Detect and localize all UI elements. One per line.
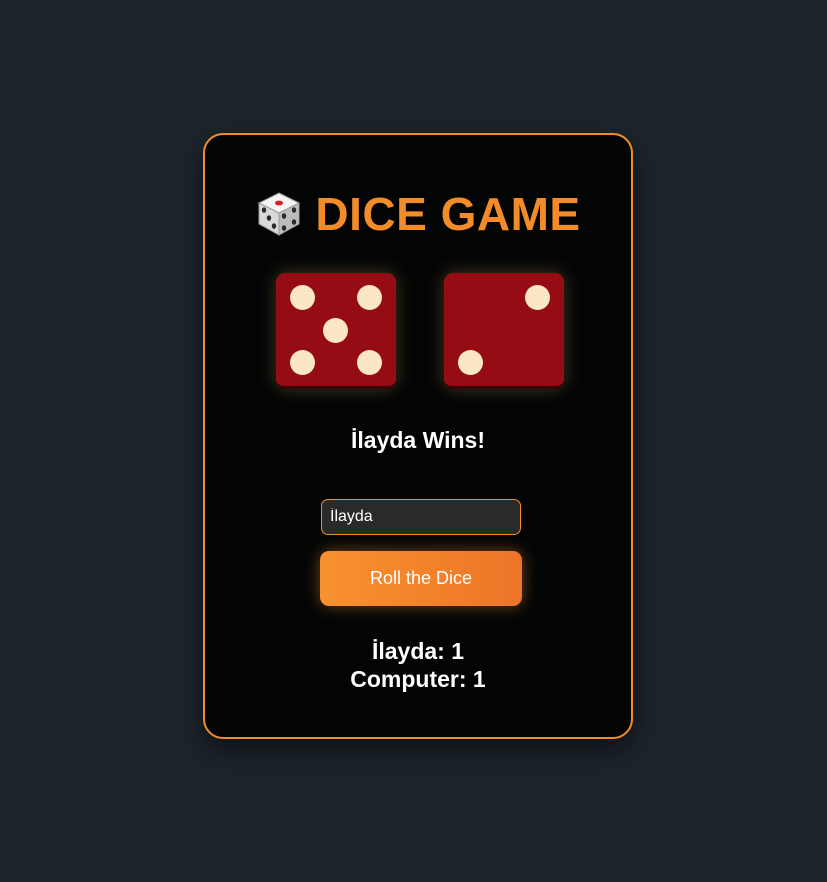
title-text: DICE GAME <box>315 188 581 240</box>
die-pip <box>525 285 550 310</box>
computer-score: Computer: 1 <box>350 666 486 692</box>
roll-dice-button[interactable]: Roll the Dice <box>320 551 522 606</box>
die-pip <box>357 350 382 375</box>
computer-die <box>444 273 564 389</box>
die-pip <box>290 285 315 310</box>
die-pip <box>323 318 348 343</box>
result-message: İlayda Wins! <box>351 427 485 453</box>
player-score: İlayda: 1 <box>371 638 465 664</box>
player-name-input[interactable] <box>321 499 521 535</box>
player-die <box>276 273 396 389</box>
dice-row <box>205 273 631 391</box>
dice-icon <box>258 192 301 236</box>
page-title: DICE GAME <box>205 187 631 241</box>
die-pip <box>290 350 315 375</box>
die-pip <box>458 350 483 375</box>
scoreboard: İlayda: 1 Computer: 1 <box>205 637 631 693</box>
die-pip <box>357 285 382 310</box>
game-card: DICE GAME İlayda Wins! Roll the Dice İla… <box>203 133 633 739</box>
